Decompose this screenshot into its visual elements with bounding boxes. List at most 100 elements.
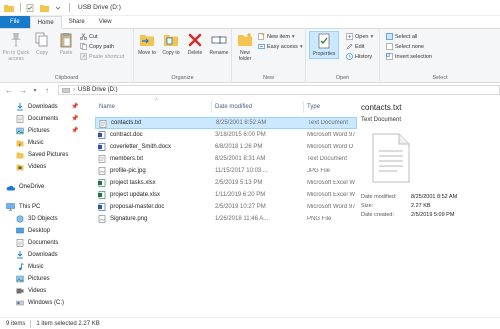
- easy-access-icon: [258, 44, 265, 49]
- status-bar: 9 items 1 item selected 2.27 KB: [0, 317, 500, 329]
- file-row[interactable]: project update.xlsx 1/11/2019 6:20 PM Mi…: [95, 189, 357, 201]
- nav-item-music-quick[interactable]: Music: [16, 137, 44, 149]
- nav-item-documents-quick[interactable]: Documents: [16, 113, 58, 125]
- nav-label: Saved Pictures: [28, 152, 69, 158]
- file-row[interactable]: contract.doc 3/18/2015 6:00 PM Microsoft…: [95, 129, 357, 141]
- rename-button[interactable]: Rename: [207, 32, 231, 56]
- copy-to-icon: [164, 35, 178, 46]
- nav-item-downloads[interactable]: Downloads: [16, 249, 58, 261]
- invert-selection-button[interactable]: Invert selection: [386, 53, 432, 60]
- nav-item-this-pc[interactable]: This PC: [6, 201, 40, 213]
- nav-item-pictures-quick[interactable]: Pictures: [16, 125, 50, 137]
- file-row[interactable]: Signature.png 1/26/2018 11:46 A... PNG F…: [95, 213, 357, 225]
- column-separator[interactable]: [303, 101, 304, 113]
- history-button[interactable]: History: [346, 53, 372, 60]
- nav-label: Windows (C:): [28, 300, 65, 306]
- paste-label: Paste: [59, 50, 73, 56]
- nav-item-pictures[interactable]: Pictures: [16, 273, 50, 285]
- select-none-button[interactable]: Select none: [386, 43, 424, 50]
- file-date: 11/15/2017 10:03 ...: [215, 168, 268, 174]
- nav-label: Documents: [28, 116, 59, 122]
- rename-label: Rename: [209, 50, 229, 56]
- file-date: 2/5/2019 5:13 PM: [215, 180, 263, 186]
- open-label: Open: [355, 33, 369, 40]
- paste-shortcut-button[interactable]: Paste shortcut: [80, 53, 124, 60]
- copy-to-button[interactable]: Copy to: [160, 32, 182, 56]
- nav-item-music[interactable]: Music: [16, 261, 44, 273]
- move-to-button[interactable]: Move to: [136, 32, 158, 56]
- nav-item-downloads-quick[interactable]: Downloads: [16, 101, 58, 113]
- organize-group: Move to Copy to Delete Rename Organize: [134, 29, 232, 83]
- tab-home[interactable]: Home: [29, 16, 62, 29]
- file-row[interactable]: members.txt 8/25/2001 8:31 AM Text Docum…: [95, 153, 357, 165]
- new-folder-label: New folder: [238, 50, 252, 62]
- column-header-name[interactable]: Name: [99, 101, 115, 113]
- address-bar[interactable]: › USB Drive (D:): [58, 85, 500, 95]
- tab-share[interactable]: Share: [62, 16, 92, 28]
- nav-item-videos[interactable]: Videos: [16, 285, 46, 297]
- new-folder-quick-icon[interactable]: [39, 3, 49, 13]
- tab-file[interactable]: File: [0, 16, 30, 28]
- quick-access-dropdown-icon[interactable]: [53, 3, 63, 13]
- file-name: contacts.txt: [111, 120, 142, 126]
- back-arrow-icon[interactable]: ←: [4, 85, 14, 95]
- edit-button[interactable]: Edit: [346, 43, 364, 50]
- new-item-button[interactable]: New item ▾: [258, 33, 295, 40]
- nav-item-documents[interactable]: Documents: [16, 237, 58, 249]
- file-row[interactable]: coverletter_Smith.docx 6/8/2018 1:26 PM …: [95, 141, 357, 153]
- new-folder-icon: [238, 33, 252, 46]
- nav-item-onedrive[interactable]: OneDrive: [6, 181, 44, 193]
- delete-x-icon: [188, 33, 202, 47]
- computer-icon: [6, 203, 15, 211]
- copy-button[interactable]: Copy: [32, 32, 52, 56]
- music-folder-icon: [16, 140, 24, 147]
- cut-button[interactable]: Cut: [80, 33, 98, 40]
- column-separator[interactable]: [211, 101, 212, 113]
- music-note-icon: [19, 263, 24, 271]
- titlebar-separator: [69, 3, 70, 12]
- onedrive-cloud-icon: [6, 185, 15, 190]
- copy-path-button[interactable]: Copy path: [80, 43, 114, 50]
- properties-button[interactable]: Properties: [309, 31, 339, 59]
- drive-icon: [62, 87, 70, 93]
- documents-icon: [16, 239, 24, 247]
- column-header-type[interactable]: Type: [307, 101, 320, 113]
- preview-prop-value: 8/25/2001 8:52 AM: [411, 194, 458, 200]
- column-header-date[interactable]: Date modified: [215, 101, 252, 113]
- file-row[interactable]: project tasks.xlsx 2/5/2019 5:13 PM Micr…: [95, 177, 357, 189]
- file-row[interactable]: proposal-master.doc 2/5/2019 10:27 PM Mi…: [95, 201, 357, 213]
- file-type: Microsoft Word 97: [307, 204, 356, 210]
- nav-label: OneDrive: [19, 184, 45, 190]
- new-folder-button[interactable]: New folder: [234, 32, 256, 62]
- new-item-icon: [258, 33, 265, 40]
- nav-item-desktop[interactable]: Desktop: [16, 225, 50, 237]
- nav-item-windows-c[interactable]: Windows (C:): [16, 297, 64, 309]
- nav-item-3d-objects[interactable]: 3D Objects: [16, 213, 58, 225]
- file-date: 3/18/2015 6:00 PM: [215, 132, 266, 138]
- up-arrow-icon[interactable]: ↑: [42, 85, 52, 95]
- documents-icon: [16, 115, 24, 123]
- delete-button[interactable]: Delete: [184, 32, 206, 56]
- pin-to-quick-access-button[interactable]: Pin to Quick access: [2, 32, 30, 62]
- open-group: Properties Open ▾ Edit History Open: [306, 29, 380, 83]
- select-all-button[interactable]: Select all: [386, 33, 417, 40]
- video-icon: [16, 288, 24, 294]
- open-button[interactable]: Open ▾: [346, 33, 373, 40]
- chevron-down-icon: ▾: [291, 33, 295, 40]
- preview-prop-label: Size:: [361, 203, 374, 209]
- copy-to-label: Copy to: [162, 50, 180, 56]
- easy-access-button[interactable]: Easy access ▾: [258, 43, 303, 50]
- new-group-label: New: [262, 75, 274, 81]
- forward-arrow-icon[interactable]: →: [18, 85, 28, 95]
- properties-quick-icon[interactable]: [25, 3, 35, 13]
- paste-button[interactable]: Paste: [56, 32, 76, 56]
- file-row[interactable]: contacts.txt 8/25/2001 8:52 AM Text Docu…: [95, 117, 357, 129]
- nav-item-videos-quick[interactable]: Videos: [16, 161, 46, 173]
- nav-item-saved-pictures[interactable]: Saved Pictures: [16, 149, 68, 161]
- file-row[interactable]: profile-pic.jpg 11/15/2017 10:03 ... JPG…: [95, 165, 357, 177]
- recent-locations-icon[interactable]: ▾: [30, 85, 40, 95]
- file-name: project tasks.xlsx: [110, 180, 156, 186]
- window-title: USB Drive (D:): [78, 4, 121, 11]
- tab-view[interactable]: View: [92, 16, 119, 28]
- file-date: 1/11/2019 6:20 PM: [215, 192, 266, 198]
